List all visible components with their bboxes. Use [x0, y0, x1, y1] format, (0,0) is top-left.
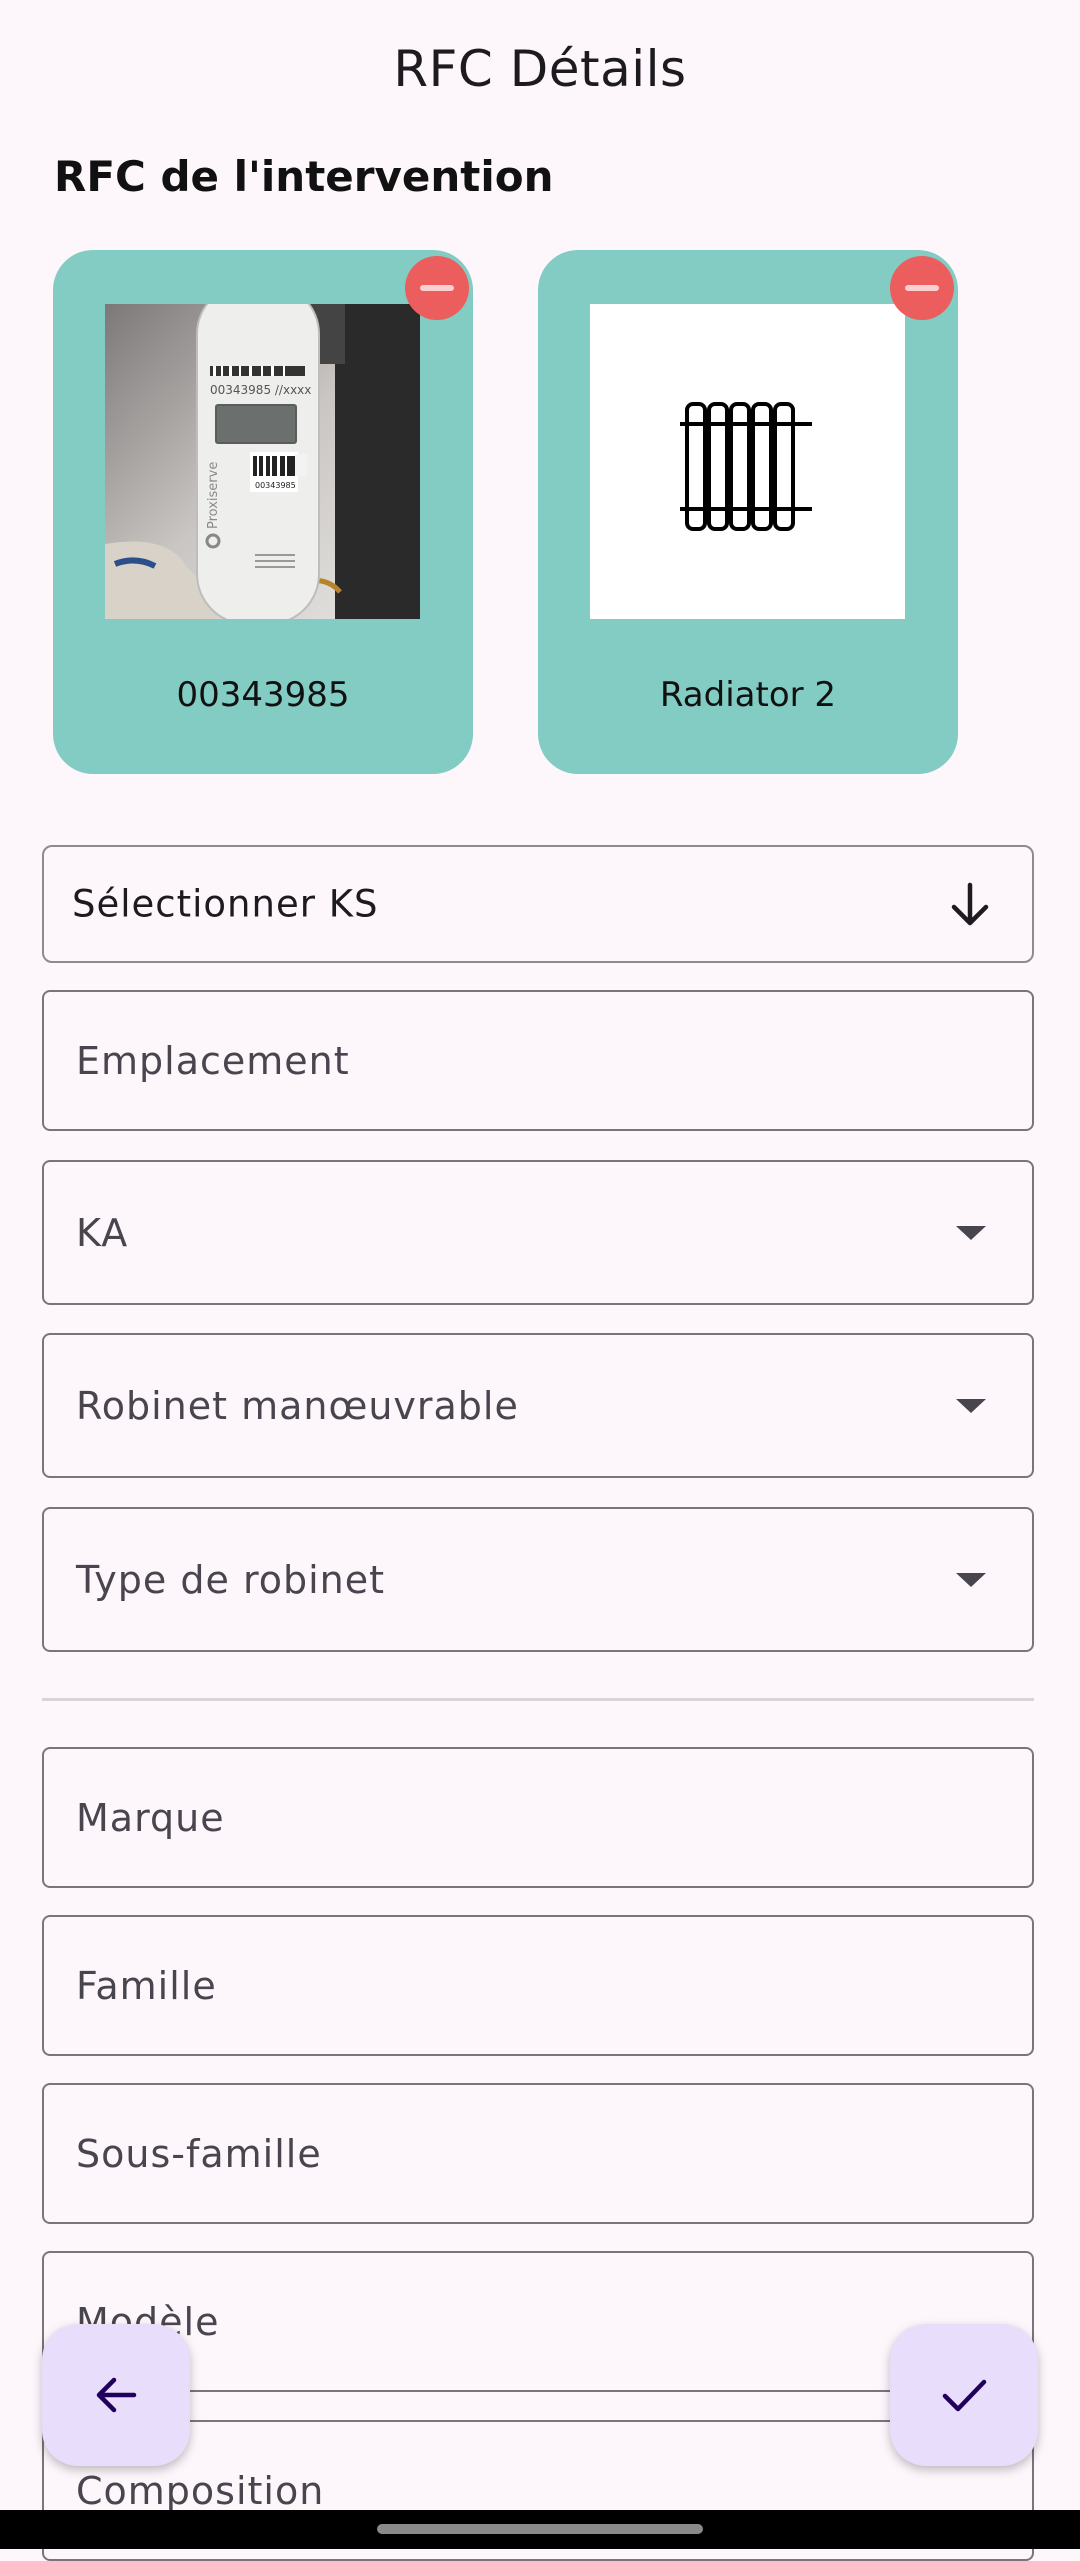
rfc-card-radiator[interactable]: Radiator 2 [538, 250, 958, 774]
radiator-thumbnail [590, 304, 905, 619]
rfc-card-meter[interactable]: 00343985 //xxxx 00343985 Proxiserve 0034… [53, 250, 473, 774]
confirm-button[interactable] [890, 2324, 1038, 2466]
select-ks-dropdown[interactable]: Sélectionner KS [42, 845, 1034, 963]
card-label: 00343985 [176, 675, 350, 715]
dropdown-caret-icon [956, 1225, 986, 1240]
dropdown-caret-icon [956, 1572, 986, 1587]
ka-label: KA [76, 1210, 129, 1255]
home-indicator[interactable] [377, 2524, 703, 2534]
meter-photo: 00343985 //xxxx 00343985 Proxiserve [105, 304, 420, 619]
divider [42, 1698, 1034, 1701]
remove-icon[interactable] [405, 256, 469, 320]
robinet-dropdown[interactable]: Robinet manœuvrable [42, 1333, 1034, 1478]
arrow-left-icon [96, 2377, 137, 2413]
select-ks-label: Sélectionner KS [72, 882, 379, 926]
famille-placeholder: Famille [76, 1963, 217, 2008]
page-title: RFC Détails [393, 40, 687, 98]
section-title: RFC de l'intervention [54, 152, 554, 201]
remove-icon[interactable] [890, 256, 954, 320]
card-label: Radiator 2 [659, 675, 837, 715]
famille-field[interactable]: Famille [42, 1915, 1034, 2056]
meter-brand: Proxiserve [206, 462, 221, 529]
composition-placeholder: Composition [76, 2468, 325, 2513]
type-robinet-label: Type de robinet [76, 1557, 386, 1602]
emplacement-placeholder: Emplacement [76, 1038, 350, 1083]
modele-field[interactable]: Modèle [42, 2251, 1034, 2392]
back-button[interactable] [42, 2324, 190, 2466]
radiator-icon [680, 402, 812, 531]
marque-placeholder: Marque [76, 1795, 225, 1840]
ka-dropdown[interactable]: KA [42, 1160, 1034, 1305]
meter-small-code: 00343985 [255, 481, 296, 490]
arrow-down-icon [951, 882, 989, 926]
emplacement-field[interactable]: Emplacement [42, 990, 1034, 1131]
meter-barcode-text: 00343985 //xxxx [210, 383, 311, 397]
dropdown-caret-icon [956, 1398, 986, 1413]
robinet-label: Robinet manœuvrable [76, 1383, 519, 1428]
marque-field[interactable]: Marque [42, 1747, 1034, 1888]
sous-famille-placeholder: Sous-famille [76, 2131, 322, 2176]
sous-famille-field[interactable]: Sous-famille [42, 2083, 1034, 2224]
check-icon [942, 2379, 987, 2412]
meter-photo-image: 00343985 //xxxx 00343985 Proxiserve [105, 304, 420, 619]
type-robinet-dropdown[interactable]: Type de robinet [42, 1507, 1034, 1652]
system-nav-bar [0, 2510, 1080, 2549]
